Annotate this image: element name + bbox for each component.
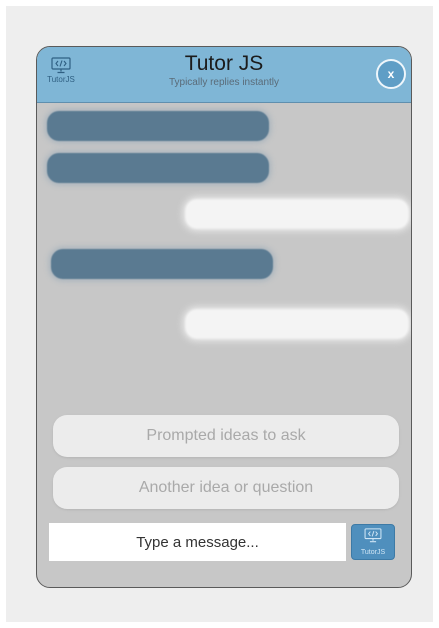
code-monitor-icon: [364, 528, 382, 548]
chat-title: Tutor JS: [184, 52, 264, 75]
chat-header: TutorJS Tutor JS Typically replies insta…: [37, 47, 411, 103]
suggestion-button[interactable]: Another idea or question: [53, 467, 399, 509]
close-icon: x: [387, 67, 395, 81]
suggestion-button[interactable]: Prompted ideas to ask: [53, 415, 399, 457]
bot-message-bubble: [47, 111, 269, 141]
chat-widget: TutorJS Tutor JS Typically replies insta…: [36, 46, 412, 588]
message-composer: TutorJS: [49, 523, 397, 561]
close-button[interactable]: x: [376, 59, 406, 89]
user-message-bubble: [185, 309, 409, 339]
bot-message-bubble: [51, 249, 273, 279]
chat-subtitle: Typically replies instantly: [168, 77, 280, 88]
bot-message-bubble: [47, 153, 269, 183]
user-message-bubble: [185, 199, 409, 229]
message-input[interactable]: [49, 523, 346, 561]
send-button-label: TutorJS: [360, 549, 386, 556]
send-button[interactable]: TutorJS: [351, 524, 395, 560]
